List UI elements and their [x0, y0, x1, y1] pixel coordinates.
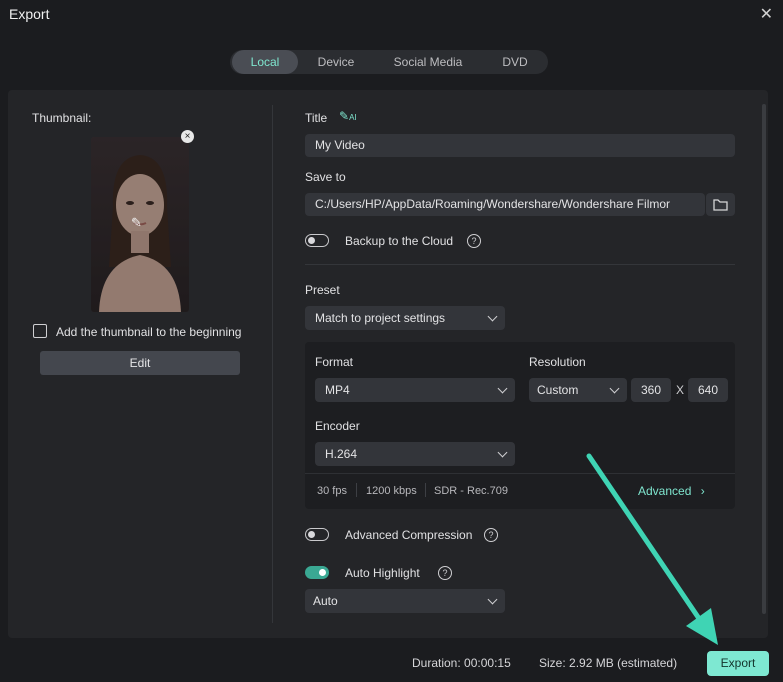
advanced-compression-label: Advanced Compression [345, 528, 473, 542]
auto-highlight-label: Auto Highlight [345, 566, 420, 580]
thumbnail-label: Thumbnail: [32, 111, 92, 125]
tab-social-media[interactable]: Social Media [378, 50, 478, 74]
encoder-dropdown[interactable]: H.264 [315, 442, 515, 466]
format-label: Format [315, 355, 354, 369]
edit-thumbnail-button[interactable]: Edit [40, 351, 240, 375]
info-separator [425, 483, 426, 497]
compression-help-icon[interactable]: ? [484, 528, 498, 542]
title-input[interactable]: My Video [305, 134, 735, 157]
annotation-arrow [586, 453, 718, 645]
preset-value: Match to project settings [315, 311, 446, 325]
fps-info: 30 fps [317, 485, 347, 497]
edit-thumbnail-icon[interactable]: ✎ [131, 215, 149, 233]
add-thumbnail-label: Add the thumbnail to the beginning [56, 325, 242, 339]
folder-icon [713, 199, 728, 211]
remove-thumbnail-icon[interactable]: × [181, 130, 194, 143]
info-separator [356, 483, 357, 497]
size-label: Size: [539, 656, 566, 670]
backup-help-icon[interactable]: ? [467, 234, 481, 248]
backup-toggle[interactable] [305, 234, 329, 247]
chevron-down-icon [497, 383, 508, 394]
duration-info: Duration: 00:00:15 [412, 656, 511, 670]
thumbnail-image[interactable]: ✎ [91, 137, 189, 312]
encoder-value: H.264 [325, 447, 358, 461]
chevron-down-icon [609, 383, 620, 394]
resolution-dropdown[interactable]: Custom [529, 378, 627, 402]
chevron-down-icon [487, 311, 498, 322]
format-dropdown[interactable]: MP4 [315, 378, 515, 402]
auto-highlight-toggle[interactable] [305, 566, 329, 579]
format-value: MP4 [325, 383, 350, 397]
ai-pen-icon[interactable]: ✎AI [339, 109, 357, 123]
resolution-x: X [676, 383, 685, 397]
tab-local[interactable]: Local [232, 50, 298, 74]
resolution-width-input[interactable]: 360 [631, 378, 671, 402]
resolution-label: Resolution [529, 355, 586, 369]
tab-dvd[interactable]: DVD [480, 50, 550, 74]
title-label: Title [305, 111, 328, 125]
color-info: SDR - Rec.709 [434, 485, 508, 497]
chevron-down-icon [497, 447, 508, 458]
resolution-value: Custom [537, 383, 579, 397]
resolution-height-input[interactable]: 640 [688, 378, 728, 402]
add-thumbnail-checkbox[interactable] [33, 324, 47, 338]
auto-highlight-value: Auto [313, 594, 338, 608]
preset-label: Preset [305, 283, 340, 297]
tab-device[interactable]: Device [300, 50, 372, 74]
panel-divider [272, 105, 273, 623]
advanced-compression-toggle[interactable] [305, 528, 329, 541]
browse-folder-button[interactable] [706, 193, 735, 216]
backup-label: Backup to the Cloud [345, 234, 454, 248]
duration-value: 00:00:15 [464, 656, 511, 670]
encoder-label: Encoder [315, 419, 360, 433]
save-to-label: Save to [305, 170, 346, 184]
ai-badge: AI [349, 113, 357, 122]
scrollbar[interactable] [762, 104, 766, 614]
save-path-field[interactable]: C:/Users/HP/AppData/Roaming/Wondershare/… [305, 193, 705, 216]
preset-dropdown[interactable]: Match to project settings [305, 306, 505, 330]
highlight-help-icon[interactable]: ? [438, 566, 452, 580]
chevron-down-icon [487, 594, 498, 605]
export-tabs: Local Device Social Media DVD [230, 50, 548, 74]
window-title: Export [9, 6, 50, 22]
bitrate-info: 1200 kbps [366, 485, 417, 497]
auto-highlight-dropdown[interactable]: Auto [305, 589, 505, 613]
close-icon[interactable]: ✕ [760, 4, 773, 24]
section-divider [305, 264, 735, 265]
duration-label: Duration: [412, 656, 461, 670]
